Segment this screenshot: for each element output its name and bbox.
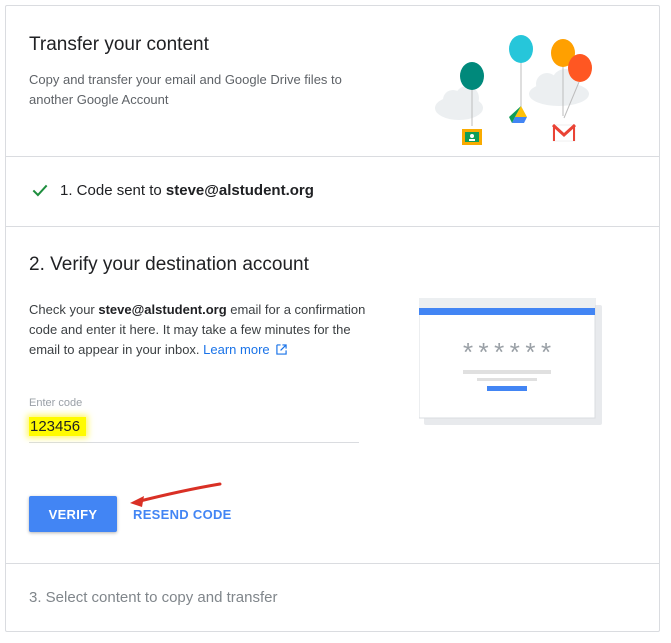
teal-balloon (460, 62, 484, 90)
red-arrow (130, 482, 222, 507)
instructions-prefix: Check your (29, 302, 99, 317)
step2-title: 2. Verify your destination account (29, 254, 309, 275)
page-description: Copy and transfer your email and Google … (29, 72, 342, 107)
learn-more-label: Learn more (203, 342, 270, 357)
email-code-illustration: ****** (419, 298, 602, 425)
step1-status: 1. Code sent to steve@alstudent.org (30, 180, 314, 200)
cyan-balloon (509, 35, 533, 63)
external-link-icon (275, 344, 287, 355)
red-balloon (568, 54, 592, 82)
masked-code: ****** (460, 340, 554, 370)
header-section: Transfer your content Copy and transfer … (6, 6, 659, 157)
code-input-value: 123456 (29, 417, 87, 436)
transfer-illustration (435, 35, 592, 145)
gmail-icon (551, 123, 577, 142)
step3-section: 3. Select content to copy and transfer (6, 563, 659, 631)
step1-section: 1. Code sent to steve@alstudent.org (6, 156, 659, 227)
page-title: Transfer your content (29, 34, 209, 55)
learn-more-link[interactable]: Learn more (203, 342, 287, 357)
cloud-left (435, 86, 483, 120)
drive-icon (509, 106, 527, 123)
verify-button[interactable]: VERIFY (29, 496, 117, 532)
step2-instructions: Check your steve@alstudent.org email for… (29, 300, 369, 360)
transfer-card: Transfer your content Copy and transfer … (5, 5, 660, 632)
code-field-label: Enter code (29, 397, 83, 409)
step3-label: 3. Select content to copy and transfer (29, 589, 278, 606)
instructions-email: steve@alstudent.org (98, 302, 227, 317)
check-icon (32, 184, 48, 197)
step1-label: 1. Code sent to (60, 181, 162, 199)
code-input[interactable]: 123456 (29, 414, 359, 443)
step1-email: steve@alstudent.org (165, 181, 314, 199)
step2-section: 2. Verify your destination account Check… (6, 226, 659, 564)
classroom-icon (462, 129, 482, 145)
